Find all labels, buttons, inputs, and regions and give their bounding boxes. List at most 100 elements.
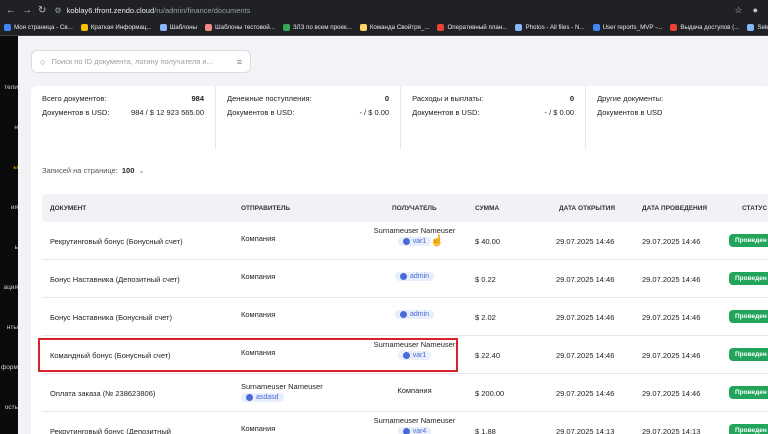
column-header[interactable]: СУММА <box>475 205 499 212</box>
reload-icon[interactable]: ↻ <box>38 5 46 16</box>
column-header[interactable]: ДОКУМЕНТ <box>50 205 86 212</box>
forward-icon[interactable]: → <box>22 5 32 16</box>
column-header[interactable]: ДАТА ОТКРЫТИЯ <box>559 205 615 212</box>
column-header[interactable]: ДАТА ПРОВЕДЕНИЯ <box>642 205 707 212</box>
user-chip[interactable]: var4 <box>397 427 432 434</box>
bookmark-item[interactable]: Оперативный план... <box>437 24 507 31</box>
sidebar-item[interactable]: ь <box>0 244 18 251</box>
status-badge: Проведен <box>729 234 768 247</box>
sidebar-item[interactable]: ация <box>0 284 19 291</box>
column-header[interactable]: ПОЛУЧАТЕЛЬ <box>392 205 437 212</box>
sender-name: Surnameuser Nameuser <box>241 382 323 391</box>
stat-label: Всего документов: <box>42 94 107 103</box>
search-input[interactable]: Поиск по ID документа, логину получателя… <box>51 57 230 66</box>
table-row[interactable]: Бонус Наставника (Депозитный счет) Компан… <box>42 260 768 298</box>
stat-row: Документов в USD: - / $ 0.00 <box>412 108 574 117</box>
user-chip[interactable]: asdasd <box>241 393 284 402</box>
search-box[interactable]: ○ Поиск по ID документа, логину получате… <box>31 50 251 73</box>
stat-value: 984 <box>191 94 205 103</box>
bookmark-item[interactable]: Шаблоны <box>159 24 197 31</box>
bookmark-item[interactable]: User reports_MVP -... <box>592 24 663 31</box>
bookmark-item[interactable]: Photos - All files - N... <box>515 24 585 31</box>
filter-icon[interactable]: ≡ <box>237 57 242 67</box>
sidebar-item[interactable]: н <box>0 124 18 131</box>
column-header[interactable]: ОТПРАВИТЕЛЬ <box>241 205 290 212</box>
sidebar-item[interactable]: ость <box>0 404 18 411</box>
profile-icon[interactable]: ● <box>753 5 758 16</box>
sidebar-item[interactable]: форм <box>0 364 18 371</box>
table-row[interactable]: Бонус Наставника (Бонусный счет) Компания… <box>42 298 768 336</box>
bookmark-item[interactable]: Select user_closure... <box>747 24 768 31</box>
bookmark-label: Краткая Информац... <box>90 24 152 31</box>
date-opened: 29.07.2025 14:46 <box>556 389 615 398</box>
amount: $ 2.02 <box>475 313 496 322</box>
bookmark-item[interactable]: Краткая Информац... <box>80 24 152 31</box>
per-page-selector[interactable]: Записей на странице: 100 ⌄ <box>42 166 145 175</box>
stat-label: Документов в USD <box>597 108 663 117</box>
address-bar[interactable]: ⚙ koblay6.tfront.zendo.cloud/ru/admin/fi… <box>54 6 250 15</box>
stat-row: Документов в USD: - / $ 0.00 <box>227 108 389 117</box>
sidebar: тели н ы ия ь ация нты форм ость <box>0 36 18 434</box>
bookmark-item[interactable]: Моя страница - Св... <box>4 24 73 31</box>
bookmark-item[interactable]: Выдача доступов (... <box>670 24 739 31</box>
status-badge: Проведен <box>729 386 768 399</box>
sender-name: Компания <box>241 234 276 243</box>
stat-value: 0 <box>384 94 390 103</box>
stat-row: Расходы и выплаты: 0 <box>412 94 574 103</box>
stat-value: 0 <box>569 94 575 103</box>
user-chip[interactable]: admin <box>394 272 435 281</box>
date-completed: 29.07.2025 14:13 <box>642 427 701 434</box>
bookmark-favicon-icon <box>359 24 367 31</box>
user-chip[interactable]: var1 <box>397 237 432 246</box>
main-content: ○ Поиск по ID документа, логину получате… <box>18 36 768 434</box>
stat-value: 984 / $ 12 923 565.00 <box>131 108 205 117</box>
bookmark-favicon-icon <box>4 24 11 31</box>
bookmark-label: Выдача доступов (... <box>680 24 740 31</box>
user-chip[interactable]: admin <box>394 310 435 319</box>
stat-value: - / $ 0.00 <box>544 108 575 117</box>
sidebar-item[interactable]: тели <box>0 84 18 91</box>
url-host: koblay6.tfront.zendo.cloud <box>66 5 155 15</box>
chevron-down-icon: ⌄ <box>138 166 145 175</box>
sender-cell: Компания <box>241 424 275 433</box>
bookmark-favicon-icon <box>282 24 290 31</box>
status-badge: Проведен <box>729 272 768 285</box>
sidebar-item[interactable]: ы <box>0 164 18 171</box>
search-icon: ○ <box>40 56 46 67</box>
bookmark-star-icon[interactable]: ☆ <box>734 5 742 16</box>
sidebar-item[interactable]: нты <box>0 324 18 331</box>
document-link[interactable]: Бонус Наставника (Бонусный счет) <box>50 313 172 322</box>
stat-label: Документов в USD: <box>42 108 110 117</box>
bookmark-label: Команда Свойтря_... <box>369 24 430 31</box>
bookmark-item[interactable]: ЗЛЗ по всем проек... <box>282 24 352 31</box>
recipient-cell: admin <box>362 270 467 282</box>
stat-row: Документов в USD: 984 / $ 12 923 565.00 <box>42 108 204 117</box>
date-opened: 29.07.2025 14:46 <box>556 237 615 246</box>
back-icon[interactable]: ← <box>6 5 16 16</box>
amount: $ 40.00 <box>475 237 501 246</box>
status-badge: Проведен <box>729 310 768 323</box>
document-link[interactable]: Бонус Наставника (Депозитный счет) <box>50 275 180 284</box>
table-row[interactable]: Рекрутинговый бонус (Бонусный счет) Компа… <box>42 222 768 260</box>
table-row[interactable]: Рекрутинговый бонус (Депозитный Компания S… <box>42 412 768 434</box>
column-header[interactable]: СТАТУС <box>742 205 767 212</box>
document-link[interactable]: Рекрутинговый бонус (Бонусный счет) <box>50 237 183 246</box>
document-link[interactable]: Рекрутинговый бонус (Депозитный <box>50 427 171 434</box>
date-opened: 29.07.2025 14:46 <box>556 351 615 360</box>
bookmark-item[interactable]: Шаблоны тестовой... <box>204 24 275 31</box>
user-login: admin <box>409 273 430 280</box>
bookmark-favicon-icon <box>159 24 167 31</box>
sidebar-item[interactable]: ия <box>0 204 18 211</box>
bookmark-item[interactable]: Команда Свойтря_... <box>359 24 430 31</box>
recipient-name: Surnameuser Nameuser <box>373 416 456 425</box>
sender-name: Компания <box>241 272 276 281</box>
site-info-icon[interactable]: ⚙ <box>54 6 61 15</box>
user-login: var1 <box>412 238 427 245</box>
stat-label: Документов в USD: <box>227 108 295 117</box>
document-link[interactable]: Оплата заказа (№ 238623806) <box>50 389 155 398</box>
table-row[interactable]: Оплата заказа (№ 238623806) Surnameuser N… <box>42 374 768 412</box>
recipient-cell: Компания <box>362 386 467 395</box>
bookmark-label: User reports_MVP -... <box>602 24 663 31</box>
stat-label: Денежные поступления: <box>227 94 312 103</box>
stat-label: Другие документы: <box>597 94 664 103</box>
